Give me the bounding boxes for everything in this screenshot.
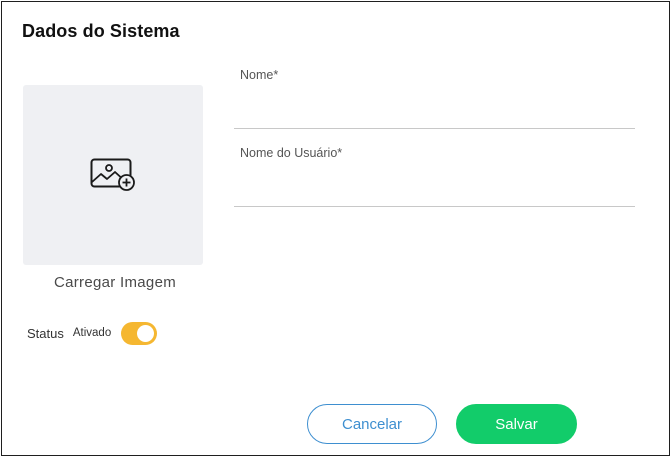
save-button[interactable]: Salvar (456, 404, 577, 444)
cancel-button[interactable]: Cancelar (307, 404, 437, 444)
name-field: Nome* (234, 66, 635, 129)
name-label: Nome* (240, 68, 279, 82)
image-upload-area[interactable] (23, 85, 203, 265)
status-value: Ativado (72, 327, 112, 339)
system-data-dialog: Dados do Sistema Carregar Imagem Status … (1, 1, 670, 456)
name-input[interactable] (240, 94, 630, 118)
status-toggle[interactable] (121, 321, 158, 345)
status-label: Status (27, 325, 64, 341)
upload-image-label[interactable]: Carregar Imagem (23, 274, 207, 291)
image-add-icon (90, 158, 135, 191)
toggle-knob (137, 324, 155, 342)
username-input[interactable] (240, 172, 630, 196)
username-field: Nome do Usuário* (234, 144, 635, 207)
username-label: Nome do Usuário* (240, 146, 343, 160)
status-row: Status Ativado (27, 321, 158, 345)
dialog-title: Dados do Sistema (22, 21, 180, 41)
